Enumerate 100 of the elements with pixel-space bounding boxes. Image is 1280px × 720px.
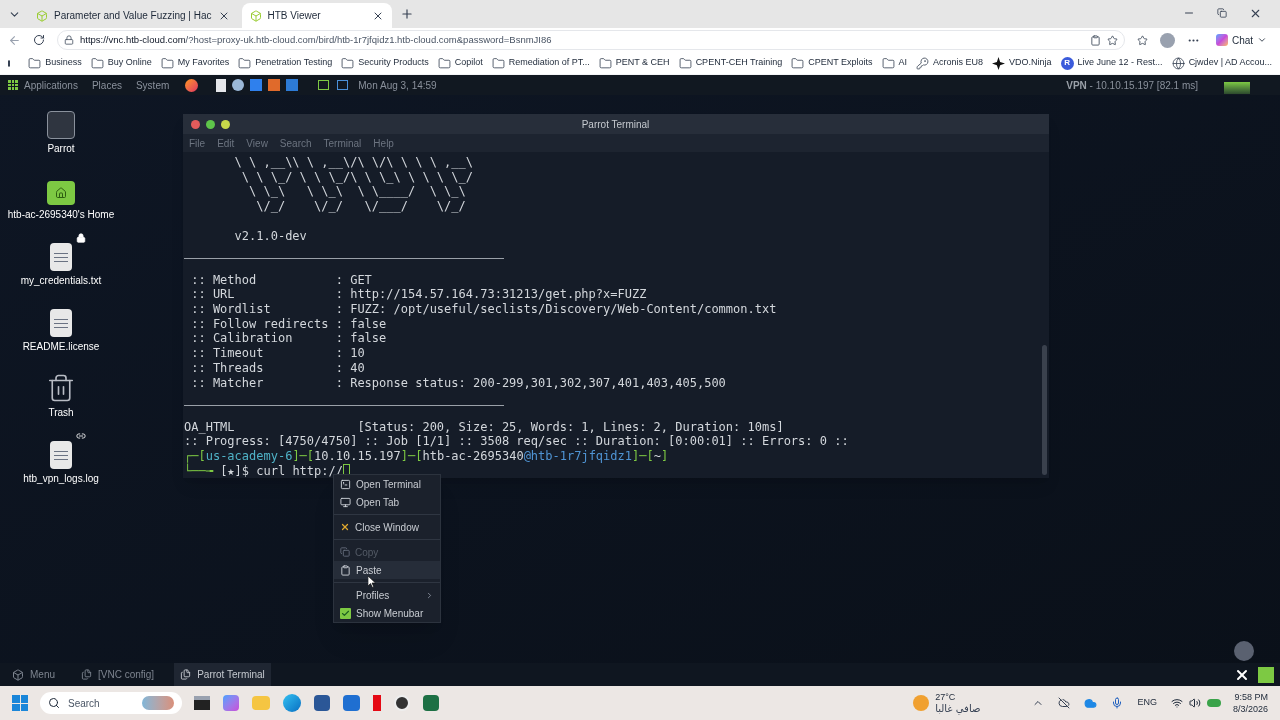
bookmark-link[interactable]: VDO.Ninja [992,56,1052,70]
menu-item[interactable]: Open Tab [334,493,440,511]
square-icon[interactable] [1258,666,1274,683]
desktop-icon-label[interactable]: htb-ac-2695340's Home [7,208,115,221]
new-tab-icon[interactable] [399,7,414,21]
bookmark-label[interactable]: CPENT Exploits [808,56,873,70]
terminal-icon[interactable] [318,80,330,90]
desktop-icon-label[interactable]: Trash [48,406,74,419]
bookmark-label[interactable]: CPENT-CEH Training [695,56,783,70]
panel-menu[interactable]: Applications [24,77,78,93]
browser-tab[interactable]: HTB Viewer [241,3,392,28]
banner-line: \ \ \_/ \ \ \_/\ \ \_\ \ \ \ \_/ [240,169,474,185]
bookmark-link[interactable]: R Live June 12 - Rest... [1060,56,1163,70]
task-view-icon[interactable] [194,696,210,710]
lock-icon[interactable] [64,35,74,45]
folder-icon [678,56,692,70]
folder-icon [28,56,42,70]
maximize-window-icon[interactable] [221,119,230,129]
favorite-icon[interactable] [1107,34,1118,46]
window-icon [81,669,92,680]
favorites-icon[interactable] [1137,34,1148,46]
bookmark-link[interactable]: AI [881,56,908,70]
scrollbar-thumb[interactable] [1042,345,1047,475]
bookmark-label[interactable]: VDO.Ninja [1009,56,1052,70]
desktop-icon-label[interactable]: htb_vpn_logs.log [23,472,99,485]
cloud-icon[interactable] [1084,696,1098,710]
desktop-icon-label[interactable]: README.license [22,340,100,353]
close-window-icon[interactable] [191,119,200,129]
terminal-icon [340,478,351,490]
prompt-line: ┌─[us-academy-6]─[10.10.15.197]─[htb-ac-2695340@htb-1r7jfqidz1]─[~] [184,449,670,463]
apps-grid-icon[interactable] [8,80,18,90]
taskbar-search-field[interactable]: Search [40,692,182,714]
bookmark-label[interactable]: Buy Online [107,56,152,70]
wifi-icon[interactable] [1170,697,1183,709]
folder-icon [238,56,252,70]
cloud-off-icon[interactable] [1058,697,1071,709]
bookmark-label[interactable]: Copilot [454,56,483,70]
panel-menu[interactable]: Places [91,77,122,93]
folder-icon [341,56,355,70]
cube-icon [36,9,48,22]
minimize-window-icon[interactable] [206,119,215,129]
bookmark-link[interactable]: Acronis EU8 [916,56,984,70]
result-line: OA_HTML [Status: 200, Size: 25, Words: 1, Lines: 2, Duration: 10ms] [184,419,785,435]
bookmark-link[interactable]: CPENT Exploits [791,56,873,70]
bookmark-link[interactable]: Copilot [437,56,483,70]
window-title: Parrot Terminal [580,117,651,132]
menu-item[interactable]: Show Menubar [334,604,440,622]
bookmark-label[interactable]: Remediation of PT... [508,56,590,70]
back-icon[interactable] [8,33,21,47]
bookmark-link[interactable]: Buy Online [90,56,152,70]
bookmark-label[interactable]: Acronis EU8 [933,56,984,70]
menu-item[interactable]: Profiles [334,586,440,604]
bookmark-link[interactable]: Remediation of PT... [491,56,590,70]
profile-avatar[interactable] [1160,32,1175,48]
checkbox[interactable] [340,607,351,619]
microphone-icon[interactable] [1111,697,1124,709]
battery-icon[interactable] [1206,699,1221,707]
bookmark-link[interactable]: Cjwdev | AD Accou... [1171,56,1272,70]
volume-icon[interactable] [1188,697,1201,709]
document-icon[interactable] [216,78,227,92]
browser-tab[interactable]: Parameter and Value Fuzzing | Hac [28,3,238,28]
bookmark-link[interactable]: Business [28,56,82,70]
bookmark-label[interactable]: Business [45,56,82,70]
menu-item[interactable]: Close Window [334,518,440,536]
bookmark-link[interactable]: My Favorites [160,56,230,70]
desktop-icon-label[interactable]: Parrot [47,142,75,155]
bookmark-label[interactable]: Live June 12 - Rest... [1077,56,1163,70]
window-icon [180,669,192,680]
trash-icon [46,373,76,403]
bookmark-label[interactable]: Penetration Testing [255,56,333,70]
panel-task[interactable]: [VNC config] [75,663,161,686]
folder-icon [437,56,451,70]
chevron-down-icon [1257,35,1268,45]
close-icon[interactable] [1249,7,1262,20]
search-icon [48,697,60,709]
menu-item[interactable]: Paste [334,561,440,579]
bookmark-link[interactable]: Security Products [341,56,429,70]
clipboard-icon[interactable] [1090,34,1101,46]
panel-task[interactable]: Menu [6,663,61,686]
chat-button[interactable]: Chat [1212,32,1272,48]
bookmark-label[interactable]: PENT & CEH [615,56,670,70]
restore-icon[interactable] [1217,8,1227,18]
language-indicator[interactable]: ENG [1137,696,1157,710]
bookmark-link[interactable]: CPENT-CEH Training [678,56,783,70]
bookmark-label[interactable]: My Favorites [177,56,230,70]
windows-start-icon[interactable] [12,695,28,711]
cube-icon [249,9,262,22]
desktop-icon-label[interactable]: my_credentials.txt [20,274,102,287]
panel-menu[interactable]: System [135,77,170,93]
computer-icon [47,111,75,139]
bookmark-label[interactable]: AI [898,56,908,70]
panel-task[interactable]: Parrot Terminal [174,663,271,686]
bookmark-label[interactable]: Security Products [358,56,429,70]
monitor-icon [340,496,351,508]
bookmark-label[interactable]: Cjwdev | AD Accou... [1188,56,1272,70]
reload-icon[interactable] [33,34,45,46]
setting-line: :: Timeout : 10 [190,346,366,361]
window-icon[interactable] [337,80,349,90]
bookmark-link[interactable]: Penetration Testing [238,56,333,70]
bookmark-link[interactable]: PENT & CEH [598,56,670,70]
